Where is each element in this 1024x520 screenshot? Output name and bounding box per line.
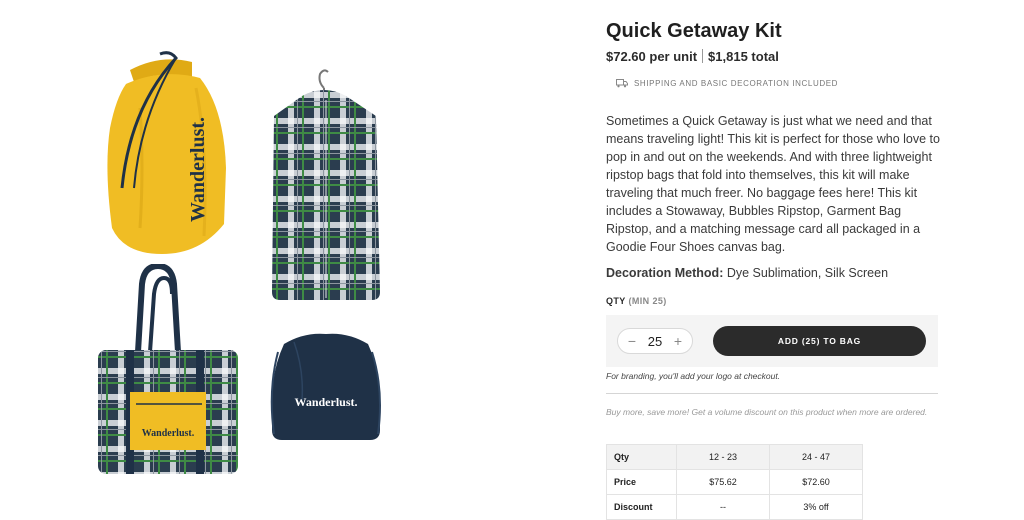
garment-bag-image[interactable]	[262, 66, 392, 306]
canvas-tote-print: Wanderlust.	[142, 428, 195, 439]
price-row: $72.60 per unit $1,815 total	[606, 49, 779, 64]
decrement-button[interactable]: −	[625, 334, 639, 348]
stowaway-bag-image[interactable]: Wanderlust.	[100, 48, 240, 260]
increment-button[interactable]: +	[671, 334, 685, 348]
drawstring-bag-image[interactable]: Wanderlust.	[264, 330, 388, 444]
unit-price: $72.60 per unit	[606, 49, 698, 64]
table-cell: $75.62	[676, 469, 770, 495]
branding-note: For branding, you'll add your logo at ch…	[606, 371, 781, 381]
shipping-note-text: SHIPPING AND BASIC DECORATION INCLUDED	[634, 79, 839, 88]
canvas-tote-image[interactable]: Wanderlust.	[92, 264, 242, 478]
product-title: Quick Getaway Kit	[606, 20, 782, 42]
decoration-value: Dye Sublimation, Silk Screen	[726, 266, 889, 280]
shipping-note: SHIPPING AND BASIC DECORATION INCLUDED	[616, 79, 838, 88]
order-panel: − 25 + ADD (25) TO BAG	[606, 315, 938, 367]
total-price: $1,815 total	[708, 49, 779, 64]
qty-label: QTY (MIN 25)	[606, 296, 667, 306]
decoration-method: Decoration Method: Dye Sublimation, Silk…	[606, 266, 888, 280]
table-row: Qty 12 - 23 24 - 47	[606, 444, 863, 470]
quantity-input[interactable]: 25	[648, 334, 662, 349]
product-gallery: Wanderlust. Wanderlust. Wanderlust.	[0, 0, 560, 516]
table-cell: 12 - 23	[676, 444, 770, 470]
section-divider	[606, 393, 938, 394]
stowaway-print: Wanderlust.	[187, 117, 209, 222]
row-label: Price	[606, 469, 677, 495]
product-description: Sometimes a Quick Getaway is just what w…	[606, 114, 940, 254]
table-cell: $72.60	[769, 469, 863, 495]
price-divider	[702, 49, 704, 63]
table-cell: 24 - 47	[769, 444, 863, 470]
row-label: Qty	[606, 444, 677, 470]
volume-discount-note: Buy more, save more! Get a volume discou…	[606, 407, 928, 417]
drawstring-print: Wanderlust.	[294, 395, 357, 409]
table-row: Price $75.62 $72.60	[606, 469, 863, 495]
qty-label-text: QTY	[606, 296, 626, 306]
qty-min: (MIN 25)	[628, 296, 667, 306]
decoration-label: Decoration Method:	[606, 266, 724, 280]
volume-pricing-table: Qty 12 - 23 24 - 47 Price $75.62 $72.60 …	[606, 444, 863, 520]
add-to-bag-button[interactable]: ADD (25) TO BAG	[713, 326, 926, 356]
truck-icon	[616, 79, 628, 88]
quantity-stepper: − 25 +	[617, 328, 693, 354]
